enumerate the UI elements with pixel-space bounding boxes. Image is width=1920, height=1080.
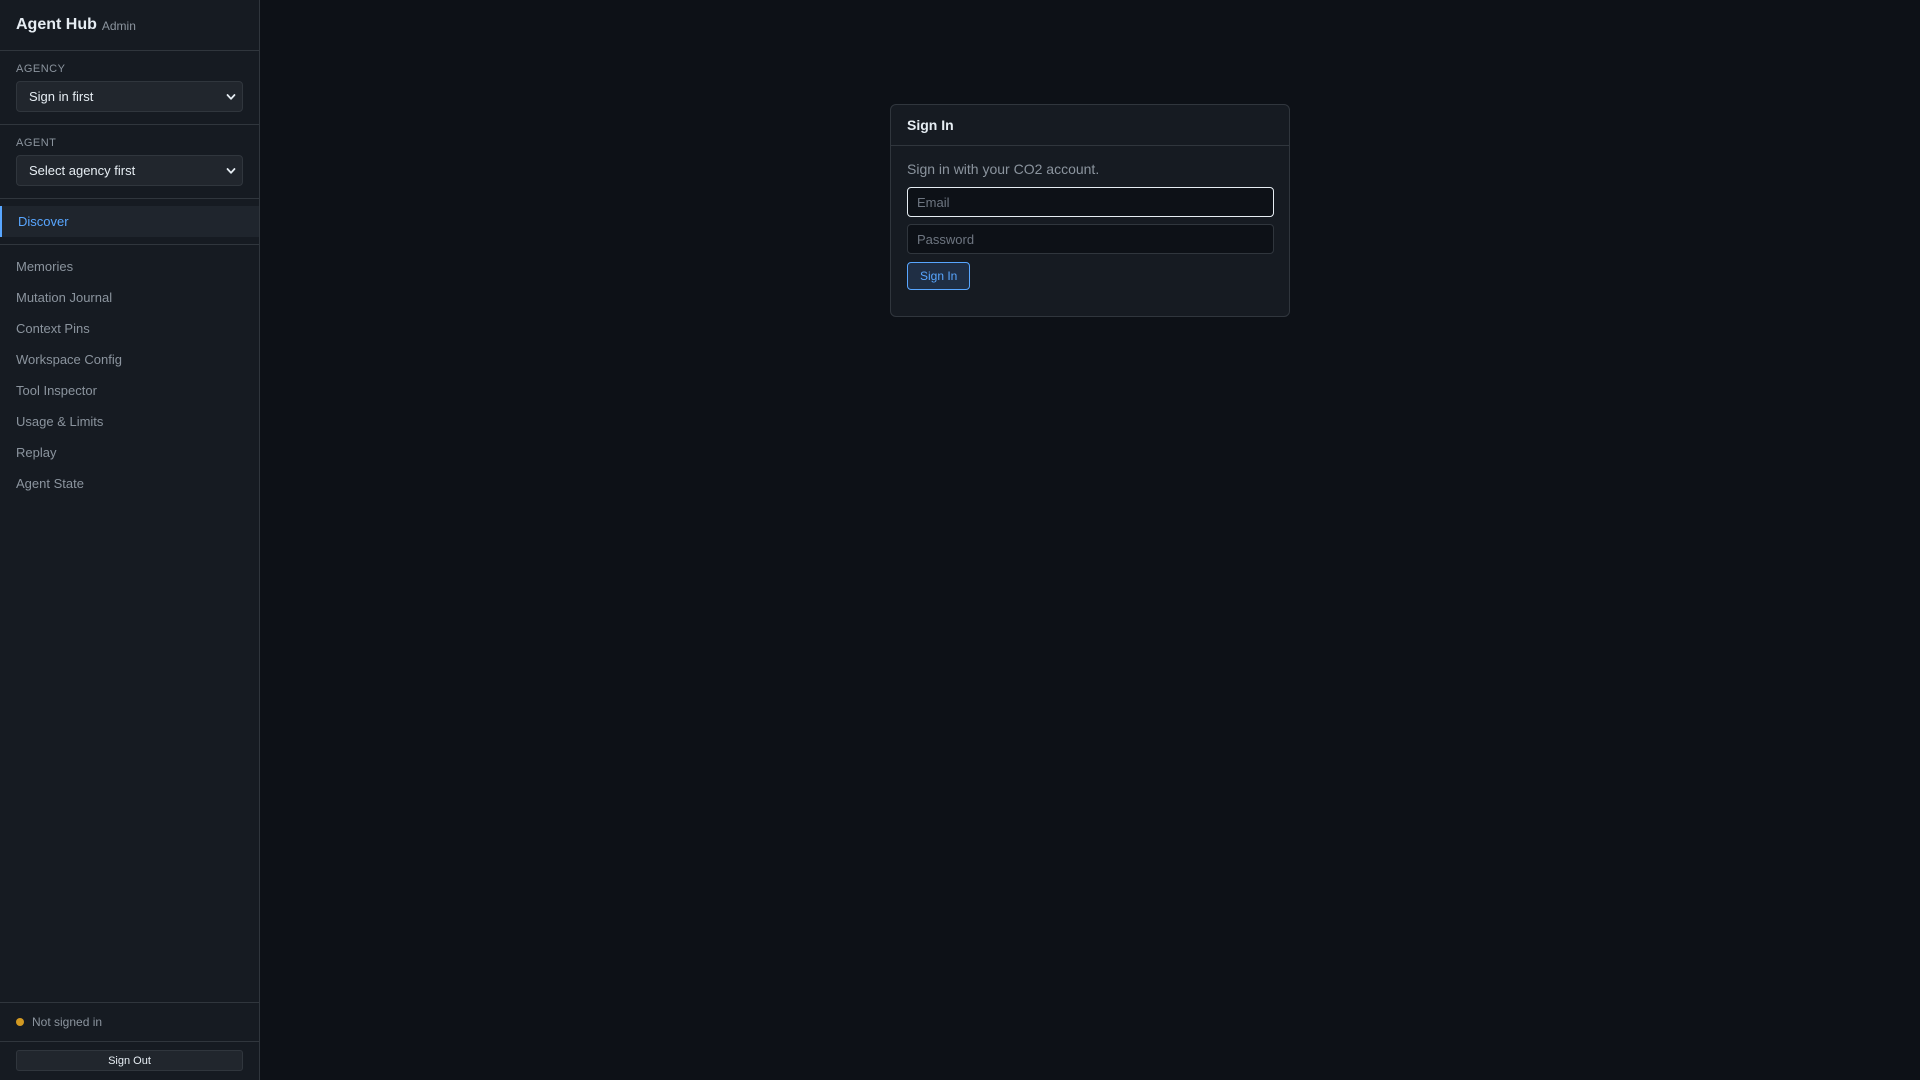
sidebar-item-memories[interactable]: Memories xyxy=(0,251,259,282)
agent-select-value: Select agency first xyxy=(29,163,136,178)
sign-in-button[interactable]: Sign In xyxy=(907,262,971,290)
status-dot-icon xyxy=(16,1018,24,1026)
password-field[interactable] xyxy=(907,224,1274,254)
app-subtitle: Admin xyxy=(101,19,136,33)
agent-picker: AGENT Select agency first xyxy=(0,125,259,199)
email-field[interactable] xyxy=(907,187,1274,217)
sidebar-item-replay[interactable]: Replay xyxy=(0,437,259,468)
nav-primary: Discover xyxy=(0,199,259,245)
sidebar-item-agent-state[interactable]: Agent State xyxy=(0,468,259,499)
sign-in-title: Sign In xyxy=(891,105,1289,146)
sidebar-item-mutation-journal[interactable]: Mutation Journal xyxy=(0,282,259,313)
signout-area: Sign Out xyxy=(0,1041,259,1080)
main-content: Sign In Sign in with your CO2 account. S… xyxy=(260,0,1920,1080)
agency-select[interactable]: Sign in first xyxy=(16,81,243,112)
agent-select[interactable]: Select agency first xyxy=(16,155,243,186)
app-title: Agent Hub xyxy=(16,16,97,33)
sidebar-item-workspace-config[interactable]: Workspace Config xyxy=(0,344,259,375)
sign-in-description: Sign in with your CO2 account. xyxy=(907,161,1100,177)
chevron-down-icon xyxy=(226,93,236,100)
agent-label: AGENT xyxy=(16,137,57,149)
nav-secondary: Memories Mutation Journal Context Pins W… xyxy=(0,245,259,1002)
status-text: Not signed in xyxy=(32,1015,103,1029)
sign-in-body: Sign in with your CO2 account. Sign In xyxy=(891,146,1289,305)
app-root: Agent Hub Admin AGENCY Sign in first AGE… xyxy=(0,0,1920,1080)
chevron-down-icon xyxy=(226,167,236,174)
sign-in-card: Sign In Sign in with your CO2 account. S… xyxy=(890,104,1290,317)
sidebar-item-usage-limits[interactable]: Usage & Limits xyxy=(0,406,259,437)
agency-picker: AGENCY Sign in first xyxy=(0,51,259,125)
auth-status: Not signed in xyxy=(0,1002,259,1041)
sidebar-item-tool-inspector[interactable]: Tool Inspector xyxy=(0,375,259,406)
sidebar-item-context-pins[interactable]: Context Pins xyxy=(0,313,259,344)
agency-select-value: Sign in first xyxy=(29,89,94,104)
sidebar: Agent Hub Admin AGENCY Sign in first AGE… xyxy=(0,0,260,1080)
brand-header: Agent Hub Admin xyxy=(0,0,259,51)
agency-label: AGENCY xyxy=(16,63,66,75)
sign-out-button[interactable]: Sign Out xyxy=(16,1050,243,1071)
sidebar-item-discover[interactable]: Discover xyxy=(0,206,259,237)
